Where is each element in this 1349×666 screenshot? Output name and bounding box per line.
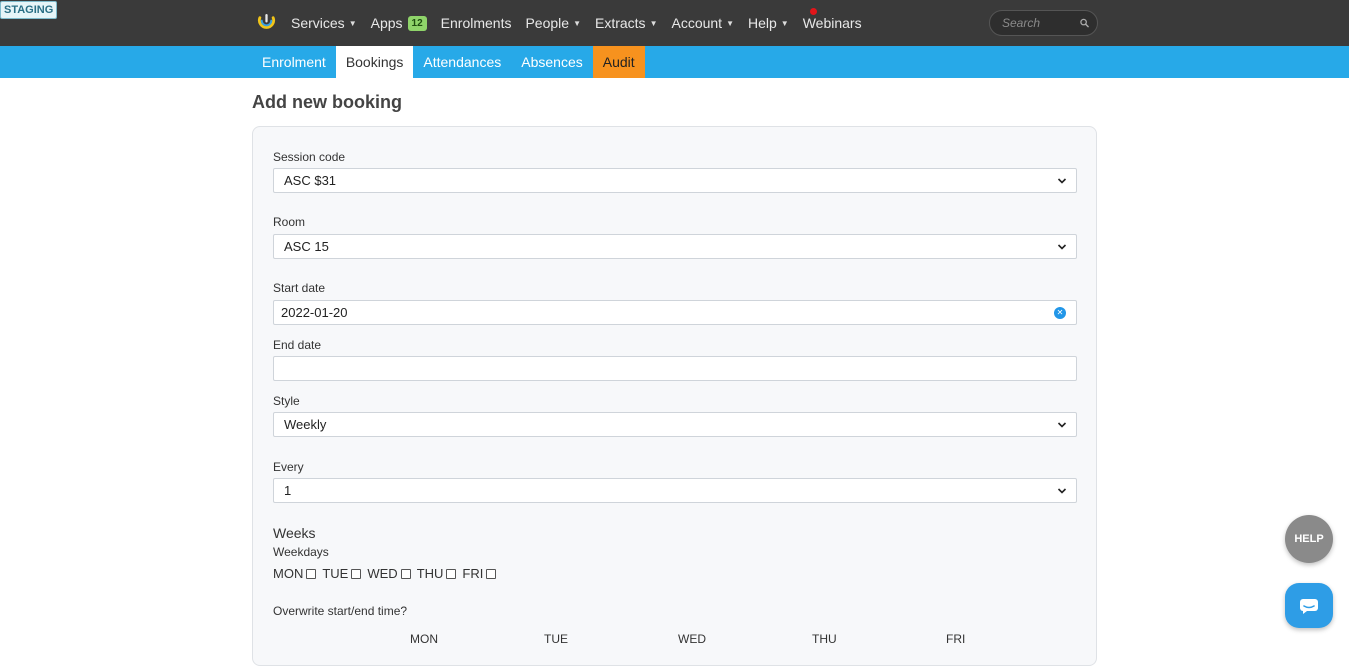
chevron-down-icon [1057,244,1067,250]
search-input[interactable] [1000,15,1080,31]
top-navbar: Services ▼ Apps 12 Enrolments People ▼ Extr… [0,0,1349,46]
style-select[interactable]: Weekly [273,412,1077,437]
staging-badge: STAGING [0,1,58,19]
logo-icon[interactable] [257,13,276,32]
tab-bar: Enrolment Bookings Attendances Absences … [252,46,645,78]
weekday-wed: WED [367,566,411,581]
session-code-select[interactable]: ASC $31 [273,168,1077,193]
nav-help[interactable]: Help ▼ [748,15,789,31]
search-box [989,10,1098,36]
caret-down-icon: ▼ [573,18,581,28]
weeks-heading: Weeks [273,525,316,541]
time-col-wed: WED [678,632,706,646]
clear-date-icon[interactable]: ✕ [1054,307,1066,319]
weekday-thu-checkbox[interactable] [446,568,457,579]
main-nav: Services ▼ Apps 12 Enrolments People ▼ Extr… [291,0,876,46]
nav-people[interactable]: People ▼ [525,15,581,31]
caret-down-icon: ▼ [726,18,734,28]
chat-button[interactable] [1285,583,1333,628]
notification-dot [810,8,817,15]
chevron-down-icon [1057,422,1067,428]
nav-account[interactable]: Account ▼ [671,15,734,31]
time-col-mon: MON [410,632,438,646]
booking-form-panel: Session code ASC $31 Room ASC 15 Start d… [252,126,1097,666]
room-label: Room [273,215,306,229]
nav-services[interactable]: Services ▼ [291,15,357,31]
every-select[interactable]: 1 [273,478,1077,503]
session-code-label: Session code [273,150,346,164]
start-date-label: Start date [273,281,326,295]
weekday-fri: FRI [462,566,497,581]
chevron-down-icon [1057,178,1067,184]
every-label: Every [273,460,304,474]
room-select[interactable]: ASC 15 [273,234,1077,259]
page-title: Add new booking [252,92,402,112]
caret-down-icon: ▼ [649,18,658,28]
search-icon[interactable] [1080,18,1089,28]
start-date-input[interactable]: 2022-01-20 ✕ [273,300,1077,325]
weekday-thu: THU [417,566,457,581]
weekday-checkboxes: MON TUE WED THU FRI [273,566,502,581]
tab-enrolment[interactable]: Enrolment [252,46,336,78]
weekday-tue-checkbox[interactable] [351,568,362,579]
nav-enrolments[interactable]: Enrolments [441,15,512,31]
nav-apps[interactable]: Apps 12 [371,15,427,31]
weekdays-label: Weekdays [273,545,329,559]
nav-webinars[interactable]: Webinars [803,15,862,31]
caret-down-icon: ▼ [780,18,789,28]
end-date-label: End date [273,338,322,352]
time-col-fri: FRI [946,632,966,646]
weekday-wed-checkbox[interactable] [400,568,411,579]
weekday-mon: MON [273,566,317,581]
sub-navbar: Enrolment Bookings Attendances Absences … [0,46,1349,78]
overwrite-time-label: Overwrite start/end time? [273,604,408,618]
caret-down-icon: ▼ [348,18,357,28]
tab-absences[interactable]: Absences [511,46,592,78]
end-date-input[interactable] [273,356,1077,381]
nav-extracts[interactable]: Extracts ▼ [595,15,658,31]
time-col-thu: THU [812,632,837,646]
tab-attendances[interactable]: Attendances [413,46,511,78]
chevron-down-icon [1057,488,1067,494]
style-label: Style [273,394,300,408]
apps-count-badge: 12 [407,15,427,31]
tab-audit[interactable]: Audit [592,46,645,78]
time-col-tue: TUE [544,632,568,646]
weekday-mon-checkbox[interactable] [306,568,317,579]
weekday-tue: TUE [322,566,362,581]
chat-icon [1300,598,1318,614]
tab-bookings[interactable]: Bookings [335,46,414,78]
help-button[interactable]: HELP [1285,515,1333,563]
weekday-fri-checkbox[interactable] [486,568,497,579]
